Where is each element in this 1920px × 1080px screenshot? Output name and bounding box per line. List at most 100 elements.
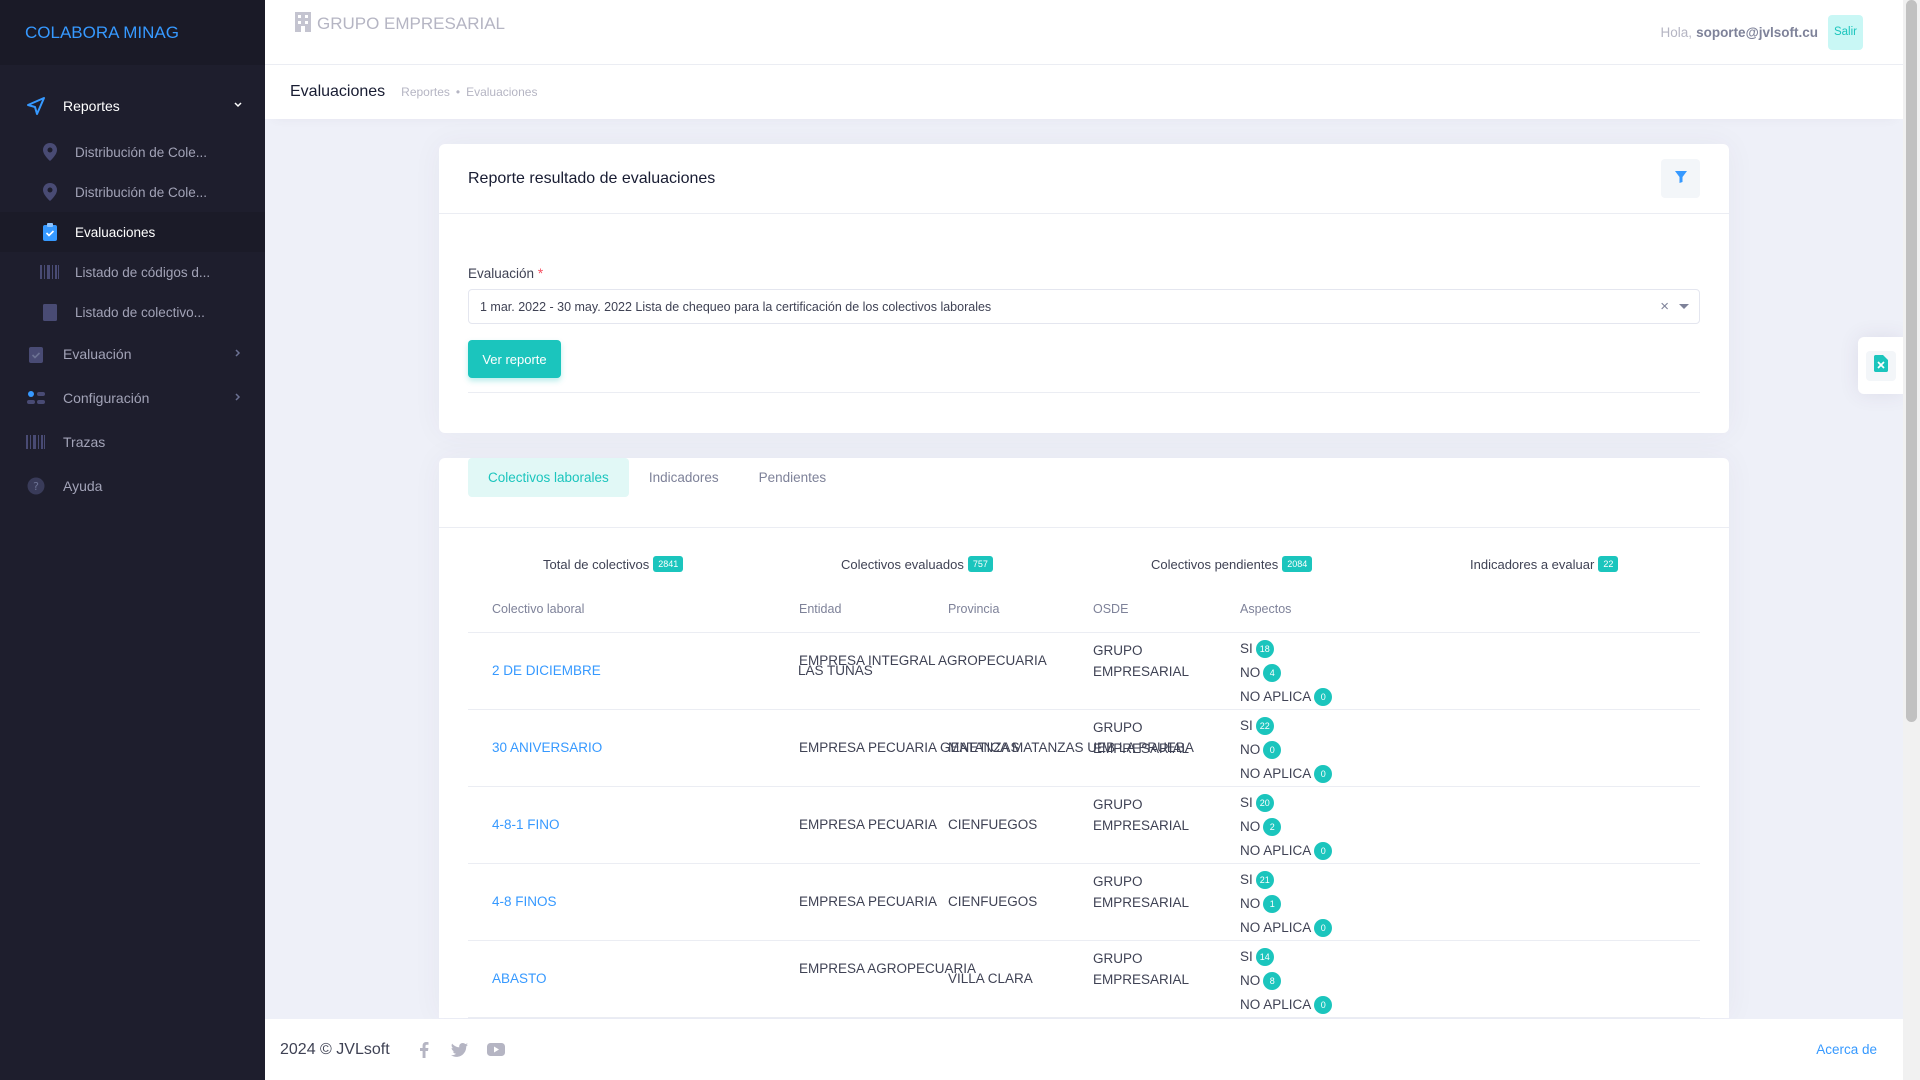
sidebar-subitem-label: Distribución de Cole... xyxy=(75,144,208,160)
aspect-no: NO 2 xyxy=(1240,815,1332,839)
caret-down-icon[interactable] xyxy=(1679,304,1689,309)
sidebar-item-evaluacion[interactable]: Evaluación xyxy=(0,332,265,376)
stats-bar: Total de colectivos 2841 Colectivos eval… xyxy=(439,556,1729,576)
ver-reporte-button[interactable]: Ver reporte xyxy=(468,340,561,378)
sidebar-menu: Reportes Distribución de Cole... Distrib… xyxy=(0,65,265,508)
org-selector[interactable]: GRUPO EMPRESARIAL xyxy=(295,11,505,37)
colectivo-link[interactable]: 4-8-1 FINO xyxy=(492,817,560,832)
colectivo-link[interactable]: 4-8 FINOS xyxy=(492,894,557,909)
youtube-icon[interactable] xyxy=(484,1038,508,1062)
aspect-si: SI 14 xyxy=(1240,945,1332,969)
aspect-na: NO APLICA 0 xyxy=(1240,916,1333,940)
about-link[interactable]: Acerca de xyxy=(1816,1042,1877,1057)
column-header[interactable]: Entidad xyxy=(799,602,841,616)
question-icon: ? xyxy=(25,475,47,497)
brand-logo[interactable]: COLABORA MINAG xyxy=(0,0,265,65)
map-marker-icon xyxy=(40,142,60,162)
sidebar-subitem-distribucion-2[interactable]: Distribución de Cole... xyxy=(0,172,265,212)
aspect-label: SI xyxy=(1240,641,1253,656)
sidebar-subitem-label: Distribución de Cole... xyxy=(75,184,208,200)
scrollbar-thumb[interactable] xyxy=(1906,0,1917,722)
aspect-badge: 0 xyxy=(1314,842,1333,860)
top-header: GRUPO EMPRESARIAL Hola, soporte@jvlsoft.… xyxy=(265,0,1903,65)
column-header[interactable]: Provincia xyxy=(948,602,999,616)
aspect-label: NO xyxy=(1240,896,1261,911)
barcode-icon xyxy=(25,431,47,453)
aspect-badge: 2 xyxy=(1263,818,1282,836)
facebook-icon[interactable] xyxy=(412,1038,436,1062)
tab-pendientes[interactable]: Pendientes xyxy=(739,458,847,497)
twitter-icon[interactable] xyxy=(448,1038,472,1062)
column-header[interactable]: OSDE xyxy=(1093,602,1128,616)
osde-line: EMPRESARIAL xyxy=(1093,818,1190,833)
aspect-badge: 1 xyxy=(1263,895,1282,913)
aspectos-cell: SI 20 NO 2 NO APLICA 0 xyxy=(1240,791,1333,863)
tab-indicadores[interactable]: Indicadores xyxy=(629,458,739,497)
tab-colectivos-laborales[interactable]: Colectivos laborales xyxy=(468,458,629,497)
stat-badge: 2084 xyxy=(1282,556,1313,572)
sidebar: COLABORA MINAG Reportes Distribución de … xyxy=(0,0,265,1080)
clipboard-check-icon xyxy=(25,343,47,365)
sidebar-subitem-listado-colectivos[interactable]: Listado de colectivo... xyxy=(0,292,265,332)
provincia-cell: MATANZAS xyxy=(948,740,1020,755)
provincia-cell: LAS TUNAS xyxy=(798,663,873,678)
aspect-na: NO APLICA 0 xyxy=(1240,762,1333,786)
aspect-badge: 22 xyxy=(1255,717,1274,735)
sidebar-item-label: Trazas xyxy=(63,434,106,450)
colectivo-link[interactable]: 2 DE DICIEMBRE xyxy=(492,663,601,678)
sidebar-item-configuracion[interactable]: Configuración xyxy=(0,376,265,420)
stat-badge: 757 xyxy=(967,556,993,572)
aspect-label: SI xyxy=(1240,718,1253,733)
colectivo-link[interactable]: ABASTO xyxy=(492,971,547,986)
osde-line: GRUPO xyxy=(1093,874,1143,889)
column-header[interactable]: Colectivo laboral xyxy=(492,602,584,616)
sidebar-item-trazas[interactable]: Trazas xyxy=(0,420,265,464)
settings-icon xyxy=(25,387,47,409)
osde-line: EMPRESARIAL xyxy=(1093,972,1190,987)
sidebar-item-reportes[interactable]: Reportes xyxy=(0,80,265,132)
page-title: Evaluaciones xyxy=(290,83,386,100)
barcode-icon xyxy=(40,262,60,282)
sidebar-item-label: Evaluación xyxy=(63,346,132,362)
column-header[interactable]: Aspectos xyxy=(1240,602,1291,616)
export-excel-button[interactable] xyxy=(1865,350,1896,381)
aspect-si: SI 20 xyxy=(1240,791,1332,815)
sidebar-subitem-listado-codigos[interactable]: Listado de códigos d... xyxy=(0,252,265,292)
page-scrollbar[interactable] xyxy=(1903,0,1920,1080)
logout-button[interactable]: Salir xyxy=(1828,14,1863,50)
sidebar-subitem-evaluaciones[interactable]: Evaluaciones xyxy=(0,212,265,252)
sidebar-item-ayuda[interactable]: ? Ayuda xyxy=(0,464,265,508)
chevron-right-icon xyxy=(223,347,253,361)
aspect-no: NO 8 xyxy=(1240,969,1332,993)
aspect-badge: 0 xyxy=(1314,688,1333,706)
aspect-na: NO APLICA 0 xyxy=(1240,839,1333,863)
aspect-label: NO APLICA xyxy=(1240,920,1312,935)
breadcrumb-reportes[interactable]: Reportes xyxy=(401,85,450,99)
osde-cell: GRUPO EMPRESARIAL xyxy=(1093,948,1189,990)
filter-button[interactable] xyxy=(1661,159,1700,198)
results-table: Colectivo laboral Entidad Provincia OSDE… xyxy=(468,586,1700,1018)
aspectos-cell: SI 18 NO 4 NO APLICA 0 xyxy=(1240,637,1333,709)
sidebar-subitem-distribucion-1[interactable]: Distribución de Cole... xyxy=(0,132,265,172)
aspect-na: NO APLICA 0 xyxy=(1240,993,1333,1017)
evaluacion-select[interactable]: 1 mar. 2022 - 30 may. 2022 Lista de cheq… xyxy=(468,289,1700,324)
clear-icon[interactable]: × xyxy=(1660,298,1669,315)
table-header: Colectivo laboral Entidad Provincia OSDE… xyxy=(468,586,1700,633)
provincia-cell: CIENFUEGOS xyxy=(948,817,1038,832)
sidebar-subitem-label: Listado de códigos d... xyxy=(75,264,211,280)
aspect-badge: 20 xyxy=(1255,794,1274,812)
colectivo-link[interactable]: 30 ANIVERSARIO xyxy=(492,740,602,755)
user-email[interactable]: soporte@jvlsoft.cu xyxy=(1696,25,1818,40)
osde-line: GRUPO xyxy=(1093,797,1143,812)
stat-badge: 2841 xyxy=(653,556,684,572)
document-icon xyxy=(40,302,60,322)
breadcrumb-evaluaciones[interactable]: Evaluaciones xyxy=(466,85,537,99)
send-icon xyxy=(25,95,47,117)
aspect-badge: 8 xyxy=(1263,972,1282,990)
stat-badge: 22 xyxy=(1598,556,1619,572)
divider xyxy=(468,392,1700,393)
subheader: Evaluaciones Reportes • Evaluaciones xyxy=(265,65,1903,119)
social-links xyxy=(412,1038,508,1062)
svg-text:?: ? xyxy=(33,480,39,493)
osde-line: EMPRESARIAL xyxy=(1093,895,1190,910)
